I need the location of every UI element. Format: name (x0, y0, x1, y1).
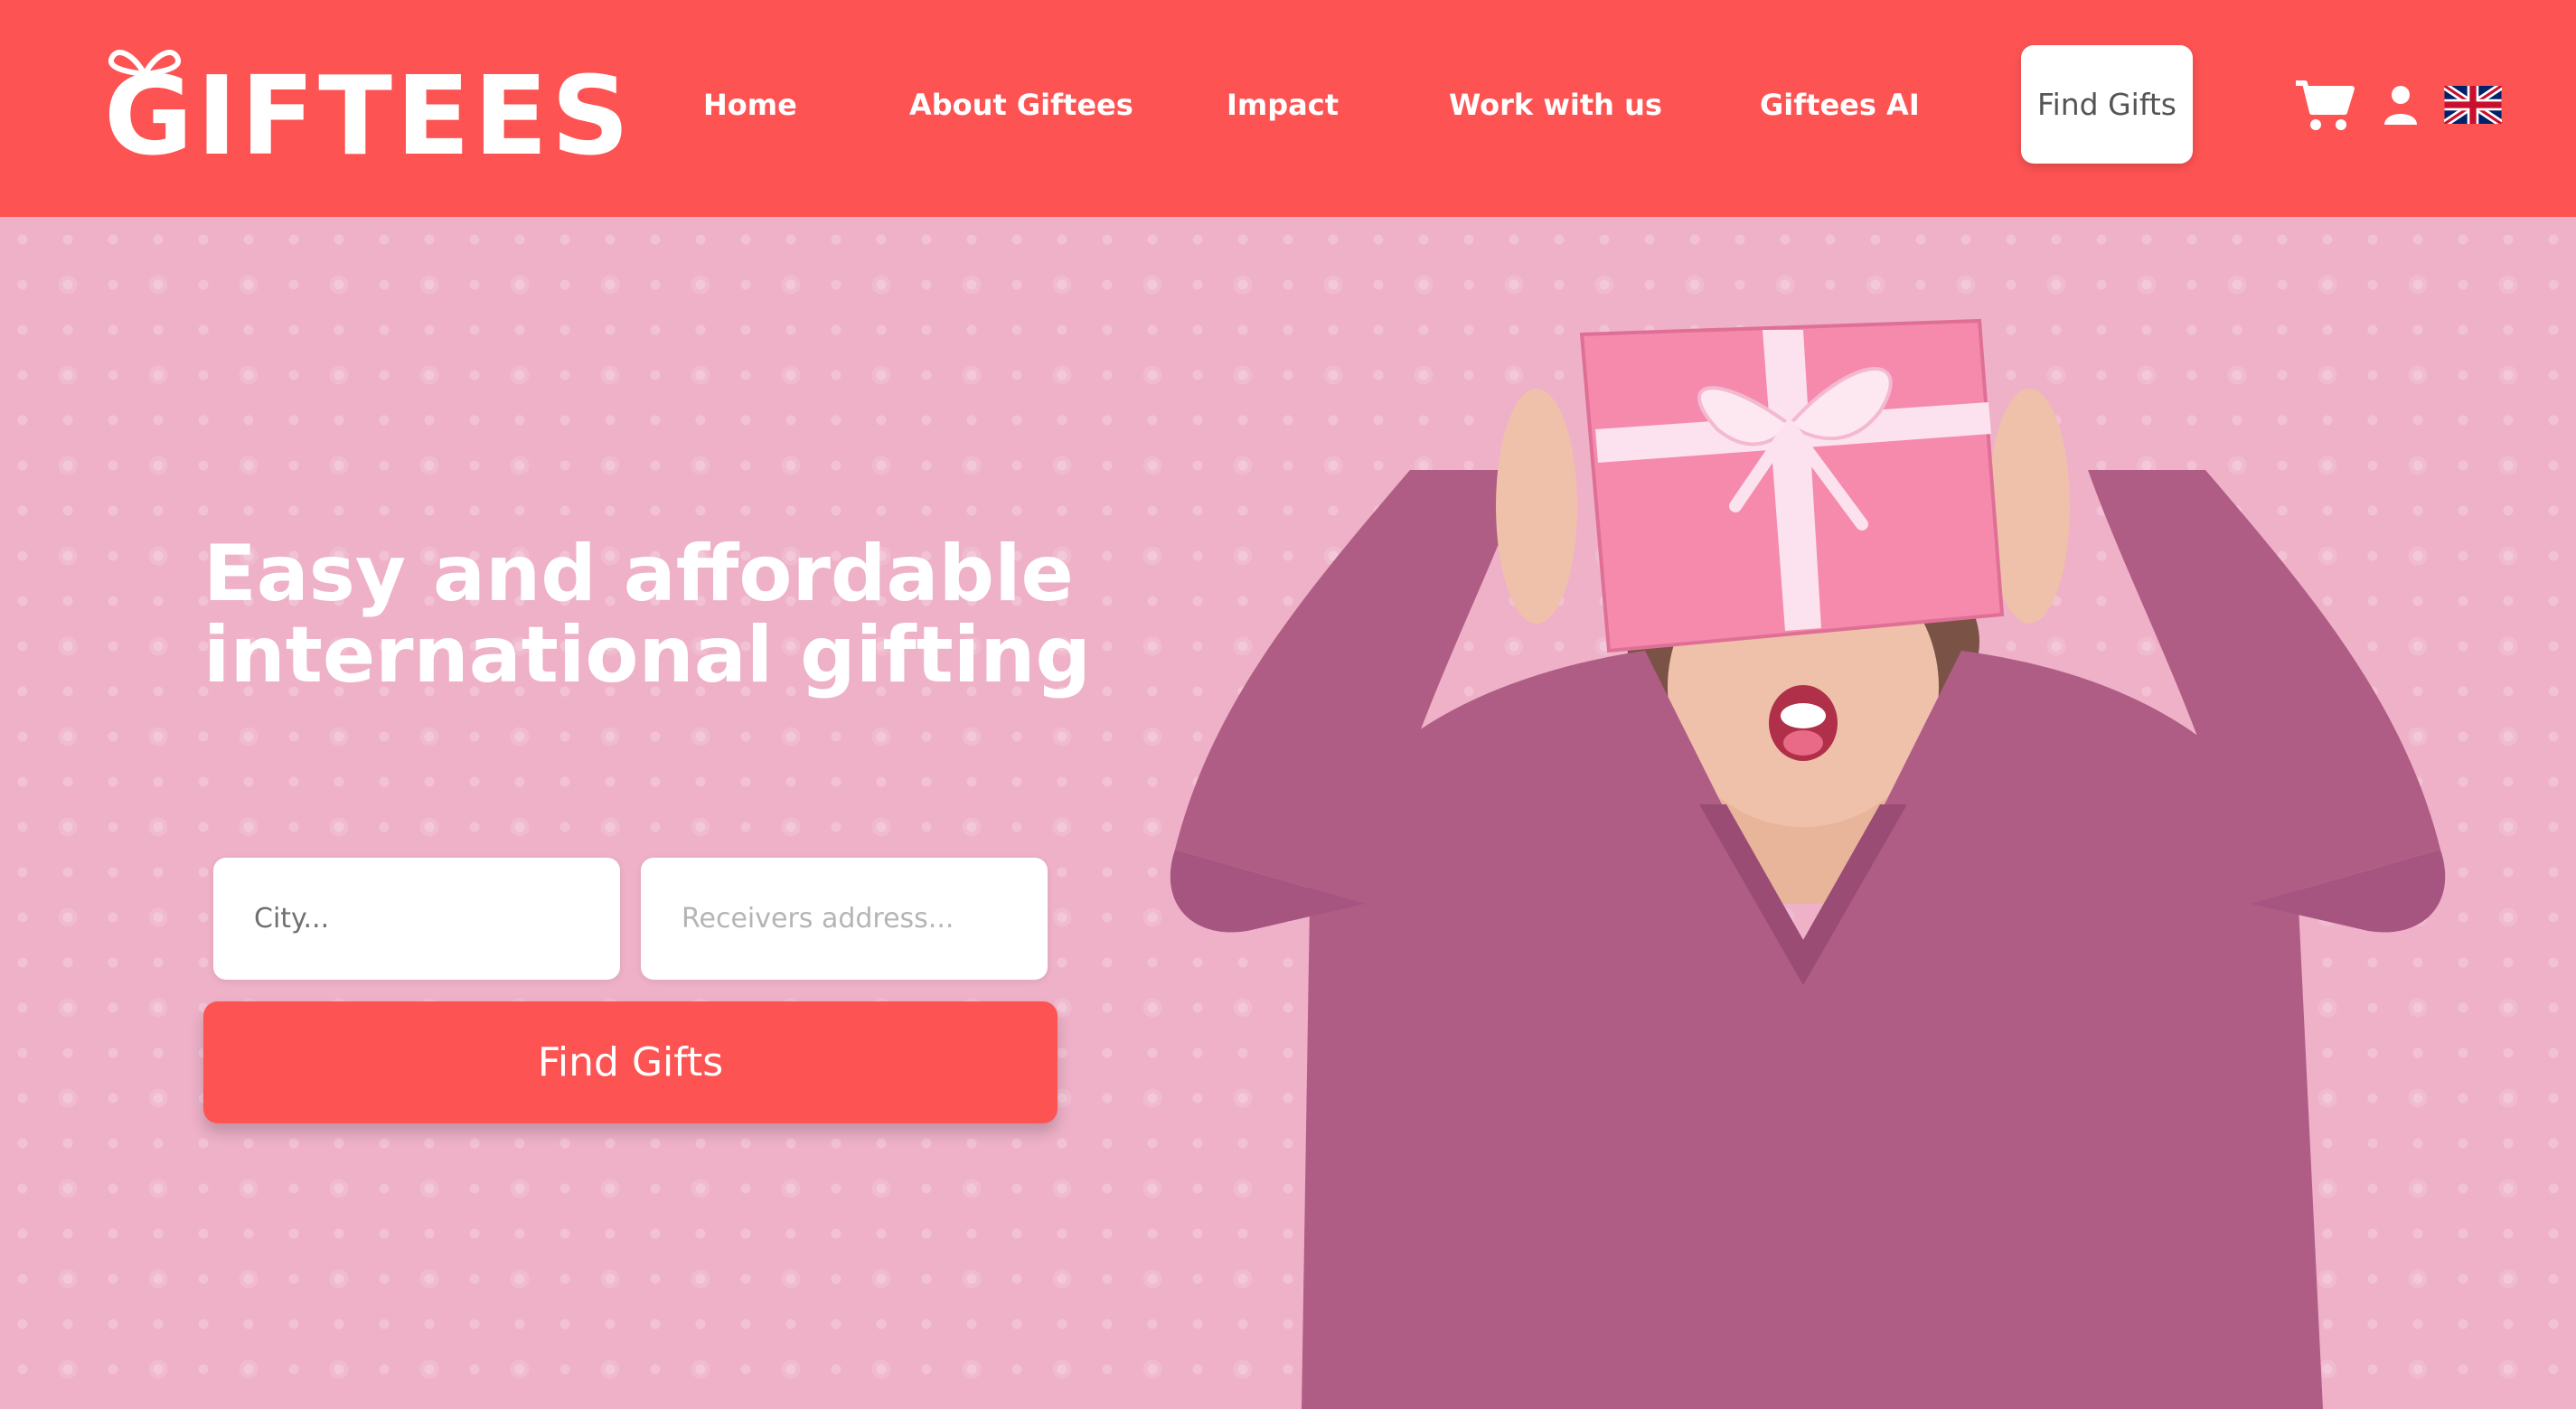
nav-about-giftees[interactable]: About Giftees (909, 86, 1133, 124)
top-navbar: GIFTEES Home About Giftees Impact Work w… (0, 0, 2576, 217)
receivers-address-input[interactable] (641, 858, 1048, 980)
hero-woman-gift-image (1170, 318, 2446, 1409)
nav-work-with-us[interactable]: Work with us (1449, 86, 1662, 124)
nav-impact[interactable]: Impact (1227, 86, 1339, 124)
hero-section: Easy and affordable international giftin… (0, 217, 2576, 1409)
user-icon[interactable] (2383, 85, 2419, 125)
uk-flag-icon[interactable] (2444, 86, 2502, 124)
logo-wordmark: GIFTEES (104, 54, 634, 180)
nav-home[interactable]: Home (703, 86, 797, 124)
city-input[interactable] (213, 858, 620, 980)
find-gifts-nav-button[interactable]: Find Gifts (2021, 45, 2193, 164)
nav-giftees-ai[interactable]: Giftees AI (1760, 86, 1920, 124)
cart-icon[interactable] (2294, 78, 2355, 132)
find-gifts-button[interactable]: Find Gifts (203, 1001, 1058, 1123)
giftees-logo[interactable]: GIFTEES (104, 43, 629, 172)
hero-headline: Easy and affordable international giftin… (203, 533, 1152, 696)
hero-headline-line-2: international gifting (203, 610, 1091, 700)
hero-headline-line-1: Easy and affordable (203, 529, 1074, 619)
